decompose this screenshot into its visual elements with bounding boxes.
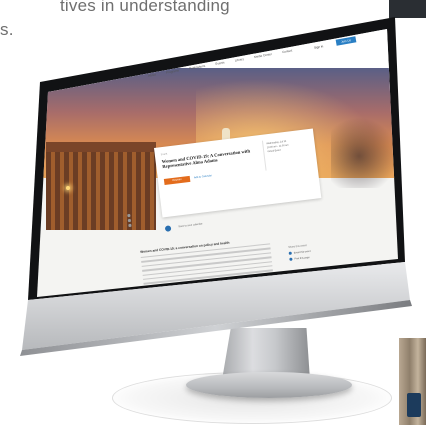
print-icon (289, 257, 293, 262)
nav-item[interactable]: Events (215, 60, 225, 66)
share-icon[interactable] (128, 223, 132, 228)
share-icon[interactable] (127, 218, 132, 223)
share-icon[interactable] (127, 213, 131, 218)
sidebar-item-label: Email this event (293, 249, 311, 255)
calendar-row[interactable]: Save to your calendar (164, 215, 204, 237)
event-title: Women and COVID-19: A Conversation with … (161, 148, 251, 170)
calendar-icon (164, 224, 172, 232)
stage: tives in understanding s. About Programs… (0, 0, 426, 425)
sidebar-item-label: Print this page (294, 256, 310, 261)
columned-building (46, 142, 156, 230)
email-icon (288, 251, 292, 255)
register-button[interactable]: Register (163, 175, 191, 185)
breadcrumb[interactable]: Event (161, 152, 168, 156)
sidebar: Share this event Email this event Print … (288, 240, 349, 262)
event-meta: Wednesday, Jul 22 10:00 am - 11:00 am Vi… (266, 137, 311, 154)
nav-item[interactable]: Library (234, 57, 244, 63)
calendar-text: Save to your calendar (178, 222, 203, 229)
street-lamp (66, 186, 70, 190)
add-to-calendar-link[interactable]: Add to Calendar (194, 174, 212, 179)
desktop-monitor: KFF About Programs Publications Events L… (0, 0, 426, 425)
tree-silhouette (331, 108, 398, 188)
nav-item[interactable]: About (148, 72, 156, 77)
nav-item[interactable]: Contact (282, 48, 293, 54)
